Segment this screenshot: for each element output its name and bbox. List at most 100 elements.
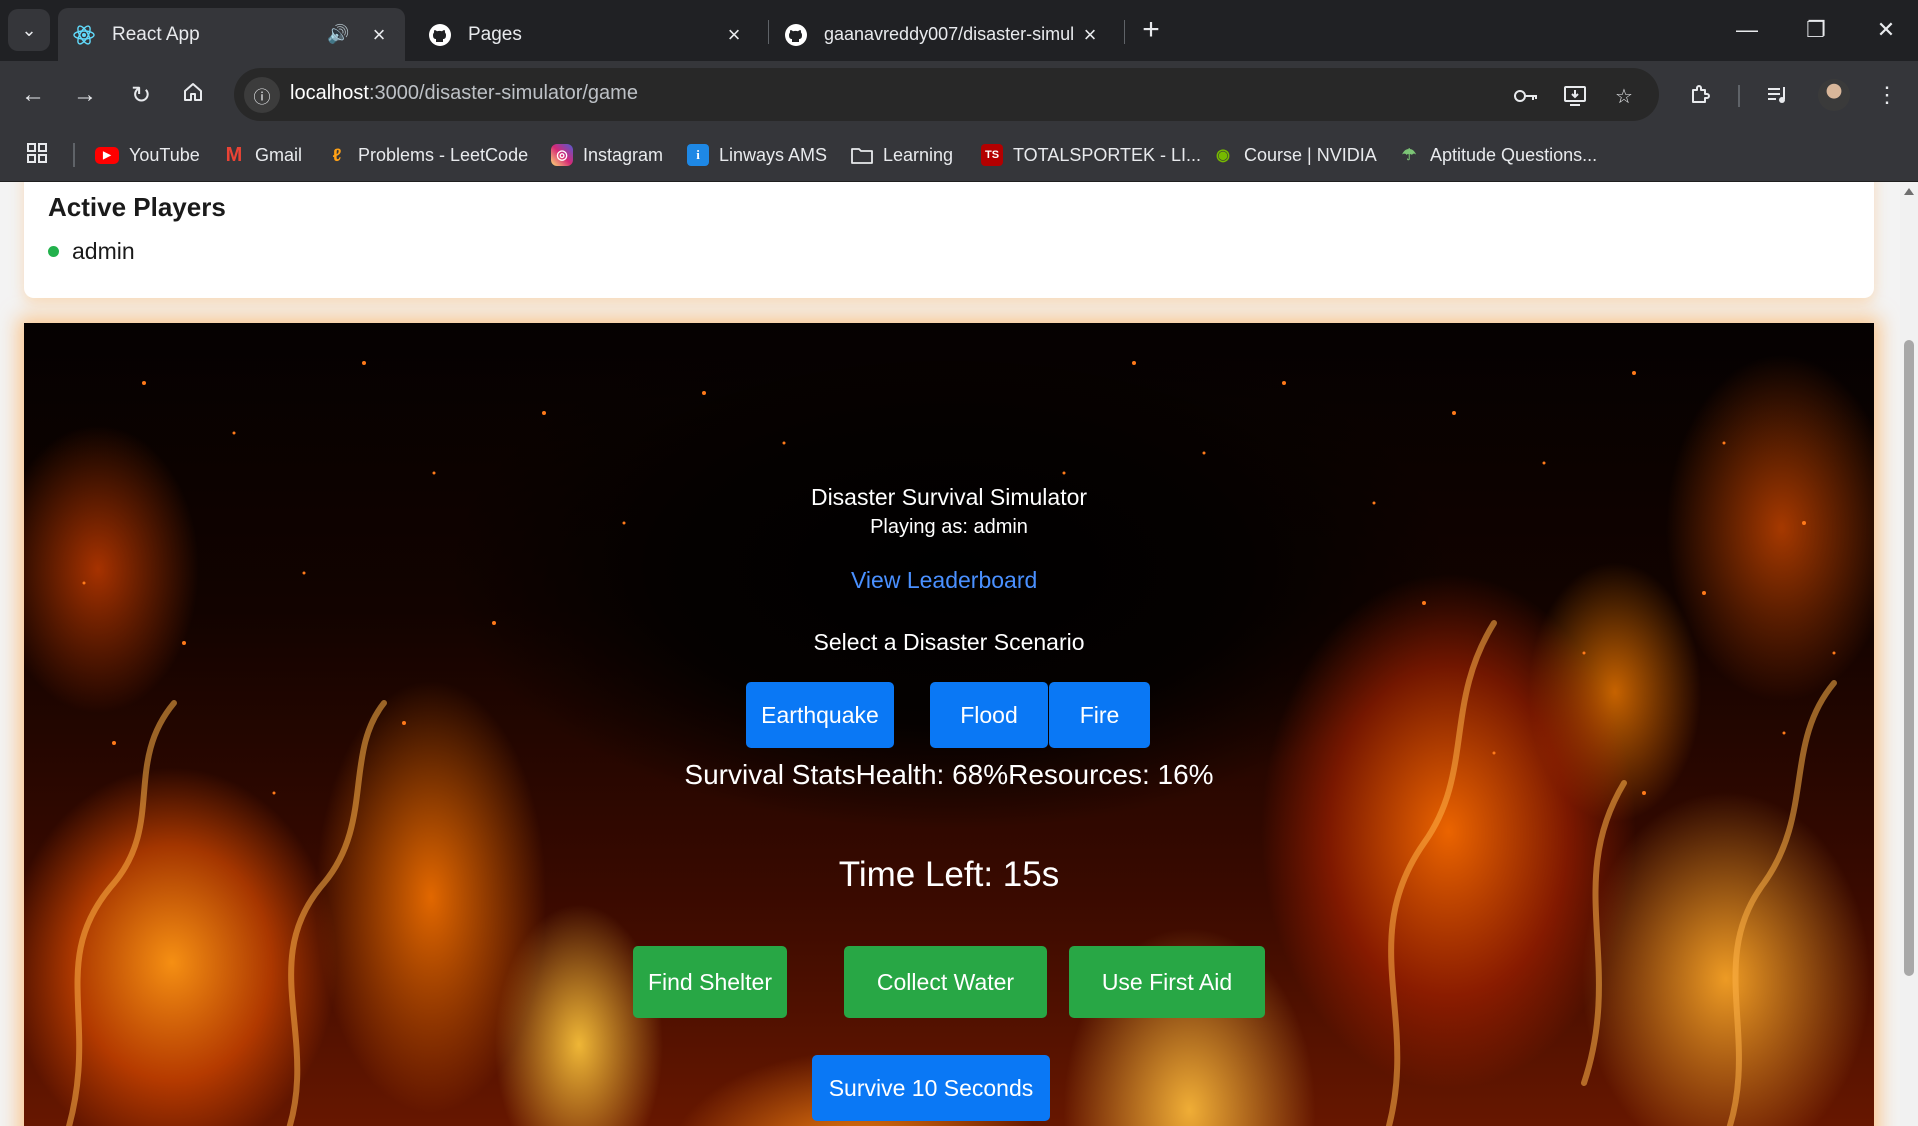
close-tab-icon[interactable]: × (1078, 22, 1102, 48)
nvidia-icon: ◉ (1216, 147, 1230, 164)
totalsportek-icon: TS (981, 144, 1003, 166)
active-players-title: Active Players (48, 192, 226, 222)
page-scrollbar[interactable] (1900, 182, 1918, 1126)
playing-as-text: Playing as: admin (870, 516, 1028, 538)
bookmark-label: Course | NVIDIA (1244, 144, 1377, 165)
site-info-icon[interactable]: ⓘ (244, 77, 280, 113)
game-content: Disaster Survival Simulator Playing as: … (24, 323, 1874, 1126)
linways-icon: i (687, 144, 709, 166)
gmail-icon: M (225, 143, 243, 166)
bookmark-label: Aptitude Questions... (1430, 144, 1598, 165)
bookmark-instagram[interactable]: ◎ Instagram (551, 140, 663, 170)
reload-button[interactable]: ↻ (122, 76, 160, 114)
bookmark-gmail[interactable]: M Gmail (223, 140, 302, 170)
bookmarks-divider (73, 143, 75, 167)
game-title: Disaster Survival Simulator (810, 484, 1088, 510)
flood-button[interactable]: Flood (930, 682, 1048, 748)
speaker-icon[interactable]: 🔊 (327, 24, 353, 45)
bookmark-label: Linways AMS (719, 144, 828, 165)
collect-water-button[interactable]: Collect Water (844, 946, 1047, 1018)
bookmark-folder-learning[interactable]: Learning (851, 140, 953, 170)
leetcode-icon: ℓ (332, 144, 342, 165)
plus-icon: + (1142, 13, 1160, 46)
tab-divider (768, 20, 769, 44)
game-panel: Disaster Survival Simulator Playing as: … (24, 323, 1874, 1126)
bookmark-totalsportek[interactable]: TS TOTALSPORTEK - LI... (981, 140, 1201, 170)
apps-grid-icon (26, 142, 48, 169)
bookmark-nvidia[interactable]: ◉ Course | NVIDIA (1212, 140, 1377, 170)
bookmark-label: Learning (883, 144, 954, 165)
address-bar[interactable]: ⓘ localhost:3000/disaster-simulator/game… (234, 68, 1659, 121)
tab-title: gaanavreddy007/disaster-simul (824, 24, 1075, 44)
active-players-card: Active Players admin (24, 182, 1874, 298)
forward-button[interactable]: → (66, 76, 104, 114)
url-text[interactable]: localhost:3000/disaster-simulator/game (290, 82, 638, 105)
earthquake-button[interactable]: Earthquake (746, 682, 894, 748)
bookmark-label: TOTALSPORTEK - LI... (1013, 144, 1202, 165)
tab-react-app[interactable]: React App 🔊 × (58, 8, 405, 61)
home-button[interactable] (174, 76, 212, 114)
find-shelter-button[interactable]: Find Shelter (633, 946, 787, 1018)
close-window-button[interactable]: ✕ (1866, 12, 1906, 48)
reload-icon: ↻ (130, 81, 152, 109)
arrow-right-icon: → (73, 81, 97, 108)
select-scenario-label: Select a Disaster Scenario (813, 629, 1085, 655)
apps-grid-button[interactable] (26, 140, 48, 170)
restore-button[interactable]: ❐ (1796, 12, 1836, 48)
react-icon (72, 23, 96, 47)
time-left-text: Time Left: 15s (838, 855, 1060, 894)
back-button[interactable]: ← (14, 76, 52, 114)
close-icon: ✕ (1876, 17, 1896, 42)
bookmarks-bar: ▶ YouTube M Gmail ℓ Problems - LeetCode … (0, 128, 1918, 182)
youtube-icon: ▶ (95, 146, 119, 164)
bookmark-star-icon[interactable]: ☆ (1610, 82, 1638, 110)
profile-avatar[interactable] (1818, 79, 1850, 111)
scroll-up-arrow-icon[interactable] (1904, 188, 1914, 195)
bookmark-youtube[interactable]: ▶ YouTube (95, 140, 200, 170)
fire-button[interactable]: Fire (1049, 682, 1150, 748)
tab-pages[interactable]: Pages × (414, 8, 760, 61)
tab-search-button[interactable]: ⌄ (8, 9, 50, 51)
player-name: admin (72, 238, 135, 264)
page-viewport[interactable]: Active Players admin Disaster Survival S… (0, 182, 1900, 1126)
folder-icon (851, 144, 873, 166)
extensions-icon[interactable] (1681, 76, 1719, 114)
arrow-left-icon: ← (21, 81, 45, 108)
home-icon (182, 81, 204, 110)
password-key-icon[interactable] (1512, 82, 1540, 110)
browser-tab-strip: ⌄ React App 🔊 × Pages × gaanavreddy007/d… (0, 0, 1918, 61)
restore-icon: ❐ (1806, 17, 1826, 42)
instagram-icon: ◎ (551, 144, 573, 166)
view-leaderboard-link[interactable]: View Leaderboard (851, 567, 1037, 594)
minimize-icon: — (1736, 17, 1758, 42)
github-icon (428, 23, 452, 47)
scrollbar-thumb[interactable] (1904, 340, 1914, 976)
url-path: :3000/disaster-simulator/game (368, 82, 638, 104)
bookmark-linways[interactable]: i Linways AMS (687, 140, 827, 170)
bookmark-label: YouTube (129, 144, 200, 165)
toolbar-divider (1738, 85, 1740, 107)
tab-divider (1124, 20, 1125, 44)
close-tab-icon[interactable]: × (722, 22, 746, 48)
bookmark-label: Gmail (255, 144, 303, 165)
bookmark-aptitude[interactable]: ☂ Aptitude Questions... (1398, 140, 1597, 170)
browser-toolbar: ← → ↻ ⓘ localhost:3000/disaster-simulato… (0, 61, 1918, 128)
new-tab-button[interactable]: + (1133, 12, 1169, 48)
tab-title: React App (112, 23, 200, 45)
install-app-icon[interactable] (1561, 82, 1589, 110)
media-control-icon[interactable] (1759, 76, 1797, 114)
minimize-button[interactable]: — (1727, 12, 1767, 48)
survive-10-seconds-button[interactable]: Survive 10 Seconds (812, 1055, 1050, 1121)
bookmark-label: Instagram (583, 144, 664, 165)
chevron-down-icon: ⌄ (21, 19, 37, 40)
tab-github-repo[interactable]: gaanavreddy007/disaster-simul × (770, 8, 1116, 61)
bookmark-label: Problems - LeetCode (358, 144, 529, 165)
aptitude-icon: ☂ (1401, 147, 1417, 164)
use-first-aid-button[interactable]: Use First Aid (1069, 946, 1265, 1018)
kebab-menu-icon[interactable]: ⋮ (1868, 76, 1906, 114)
survival-stats-text: Survival StatsHealth: 68%Resources: 16% (684, 759, 1214, 790)
close-tab-icon[interactable]: × (367, 22, 391, 48)
bookmark-leetcode[interactable]: ℓ Problems - LeetCode (326, 140, 529, 170)
github-icon (784, 23, 808, 47)
online-status-dot (48, 246, 59, 257)
